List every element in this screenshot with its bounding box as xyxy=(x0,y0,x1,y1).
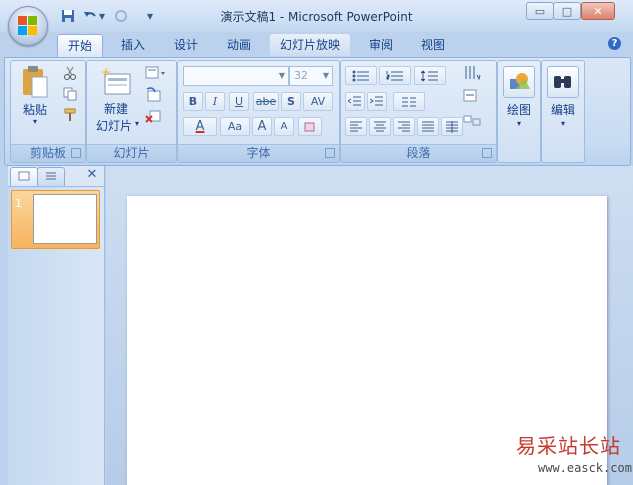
align-center-button[interactable] xyxy=(369,117,391,136)
drawing-button[interactable]: 绘图 xyxy=(498,101,540,118)
slide-thumbnail xyxy=(33,194,97,244)
tab-slides-thumbnails[interactable] xyxy=(10,167,38,186)
tab-review[interactable]: 审阅 xyxy=(359,34,403,56)
paragraph-launcher-icon[interactable] xyxy=(482,148,492,158)
bullets-button[interactable] xyxy=(345,66,377,85)
font-color-button[interactable]: A xyxy=(183,117,217,136)
office-button[interactable] xyxy=(8,6,48,46)
bold-button[interactable]: B xyxy=(183,92,203,111)
tab-slide-show[interactable]: 幻灯片放映 xyxy=(270,34,350,56)
justify-button[interactable] xyxy=(417,117,439,136)
chevron-down-icon: ▼ xyxy=(322,71,329,80)
shadow-button[interactable]: S xyxy=(281,92,301,111)
columns-button[interactable] xyxy=(393,92,425,111)
clipboard-group: 粘贴 ▾ 剪贴板 xyxy=(10,60,86,163)
smartart-icon[interactable] xyxy=(463,113,481,132)
align-text-icon[interactable] xyxy=(463,89,481,106)
office-logo-icon xyxy=(18,16,27,25)
maximize-button[interactable]: □ xyxy=(553,2,581,20)
line-spacing-button[interactable] xyxy=(414,66,446,85)
binoculars-icon[interactable] xyxy=(547,66,579,98)
minimize-button[interactable]: ▭ xyxy=(526,2,554,20)
strikethrough-button[interactable]: abe xyxy=(253,92,279,111)
editing-dropdown[interactable]: ▾ xyxy=(542,119,584,128)
distributed-button[interactable] xyxy=(441,117,463,136)
slides-group: 新建 幻灯片 ▾ 幻灯片 xyxy=(86,60,177,163)
slide-thumbnail-selected[interactable]: 1 xyxy=(11,190,100,249)
reset-slide-icon[interactable] xyxy=(145,87,161,106)
drawing-group: 绘图 ▾ xyxy=(497,60,541,163)
office-logo-icon xyxy=(18,26,27,35)
shapes-icon[interactable] xyxy=(503,66,535,98)
office-logo-icon xyxy=(28,16,37,25)
drawing-dropdown[interactable]: ▾ xyxy=(498,119,540,128)
editing-button[interactable]: 编辑 xyxy=(542,101,584,118)
new-slide-icon[interactable] xyxy=(100,66,132,98)
chevron-down-icon: ▼ xyxy=(278,71,285,80)
font-group-label: 字体 xyxy=(178,144,339,162)
font-name-combo[interactable]: ▼ xyxy=(183,66,289,86)
slide-number: 1 xyxy=(15,197,22,210)
new-slide-line2[interactable]: 幻灯片 xyxy=(89,117,139,134)
help-icon[interactable]: ? xyxy=(608,37,621,50)
new-slide-dropdown[interactable]: ▾ xyxy=(133,119,141,128)
office-logo-icon xyxy=(28,26,37,35)
font-size-combo[interactable]: 32 ▼ xyxy=(289,66,333,86)
font-size-value: 32 xyxy=(294,69,308,82)
paste-button[interactable]: 粘贴 xyxy=(17,101,53,118)
shrink-font-button[interactable]: A xyxy=(274,117,294,136)
clear-formatting-icon[interactable] xyxy=(298,117,322,136)
italic-button[interactable]: I xyxy=(205,92,225,111)
change-case-button[interactable]: Aa xyxy=(220,117,250,136)
watermark-title: 易采站长站 xyxy=(516,434,621,458)
paragraph-group-label: 段落 xyxy=(341,144,496,162)
clipboard-launcher-icon[interactable] xyxy=(71,148,81,158)
increase-indent-button[interactable] xyxy=(367,92,387,111)
grow-font-button[interactable]: A xyxy=(252,117,272,136)
tab-home[interactable]: 开始 xyxy=(57,34,103,57)
format-painter-icon[interactable] xyxy=(63,108,77,125)
tab-insert[interactable]: 插入 xyxy=(111,34,155,56)
slides-group-label: 幻灯片 xyxy=(87,144,176,162)
close-button[interactable]: ✕ xyxy=(581,2,615,20)
decrease-indent-button[interactable] xyxy=(345,92,365,111)
new-slide-line1[interactable]: 新建 xyxy=(91,100,141,117)
align-right-button[interactable] xyxy=(393,117,415,136)
panel-close-button[interactable]: ✕ xyxy=(85,167,99,183)
tab-design[interactable]: 设计 xyxy=(164,34,208,56)
paragraph-group: 段落 xyxy=(340,60,497,163)
editing-group: 编辑 ▾ xyxy=(541,60,585,163)
numbering-button[interactable] xyxy=(379,66,411,85)
delete-slide-icon[interactable] xyxy=(145,108,161,127)
tab-animations[interactable]: 动画 xyxy=(217,34,261,56)
layout-icon[interactable] xyxy=(145,66,167,83)
paste-icon[interactable] xyxy=(21,65,49,99)
align-left-button[interactable] xyxy=(345,117,367,136)
tab-outline[interactable] xyxy=(37,167,65,186)
watermark-url: www.easck.com xyxy=(538,461,632,475)
font-group: ▼ 32 ▼ B I U abe S AV A Aa A A 字体 xyxy=(177,60,340,163)
underline-button[interactable]: U xyxy=(229,92,249,111)
font-launcher-icon[interactable] xyxy=(325,148,335,158)
character-spacing-button[interactable]: AV xyxy=(303,92,333,111)
copy-icon[interactable] xyxy=(63,87,77,104)
paste-dropdown[interactable]: ▾ xyxy=(17,117,53,126)
tab-view[interactable]: 视图 xyxy=(411,34,455,56)
text-direction-icon[interactable] xyxy=(463,65,481,84)
cut-icon[interactable] xyxy=(63,66,77,83)
